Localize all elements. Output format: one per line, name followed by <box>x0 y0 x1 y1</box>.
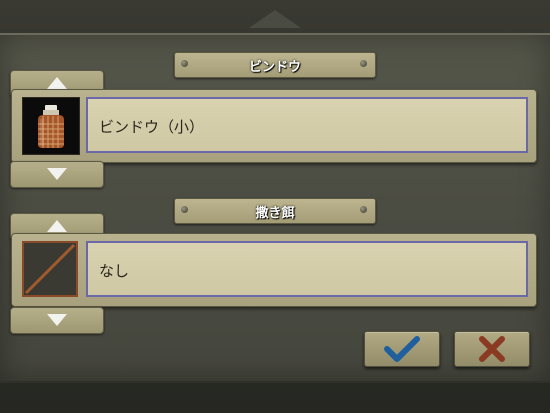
section-header-label: ビンドウ <box>248 59 301 75</box>
item-selection-panel: ビンドウ ビンドウ（小） 撒き餌 なし <box>0 33 550 383</box>
next-bait-button[interactable] <box>10 307 104 334</box>
arrow-up-icon <box>47 77 67 89</box>
item-slot-trap: ビンドウ（小） <box>11 89 537 163</box>
item-name-box: ビンドウ（小） <box>86 97 528 153</box>
item-icon-slot[interactable] <box>22 97 80 155</box>
rivet-icon <box>181 60 188 67</box>
confirm-button[interactable] <box>364 331 440 367</box>
arrow-down-icon <box>47 168 67 180</box>
item-slot-bait: なし <box>11 233 537 307</box>
rivet-icon <box>360 60 367 67</box>
bottle-trap-icon <box>23 98 79 154</box>
checkmark-icon <box>384 336 420 362</box>
rivet-icon <box>360 206 367 213</box>
rivet-icon <box>181 206 188 213</box>
item-icon-slot[interactable] <box>22 241 78 297</box>
cancel-button[interactable] <box>454 331 530 367</box>
arrow-down-icon <box>47 314 67 326</box>
empty-slot-icon <box>24 243 76 295</box>
item-name: なし <box>99 262 130 280</box>
x-icon <box>479 336 505 362</box>
item-name: ビンドウ（小） <box>99 118 205 136</box>
section-header-bait-trap: ビンドウ <box>174 52 376 78</box>
arrow-up-icon <box>47 220 67 232</box>
section-header-label: 撒き餌 <box>255 205 295 221</box>
next-item-button[interactable] <box>10 161 104 188</box>
item-name-box: なし <box>86 241 528 297</box>
scroll-up-indicator-icon <box>249 10 301 28</box>
section-header-bait: 撒き餌 <box>174 198 376 224</box>
